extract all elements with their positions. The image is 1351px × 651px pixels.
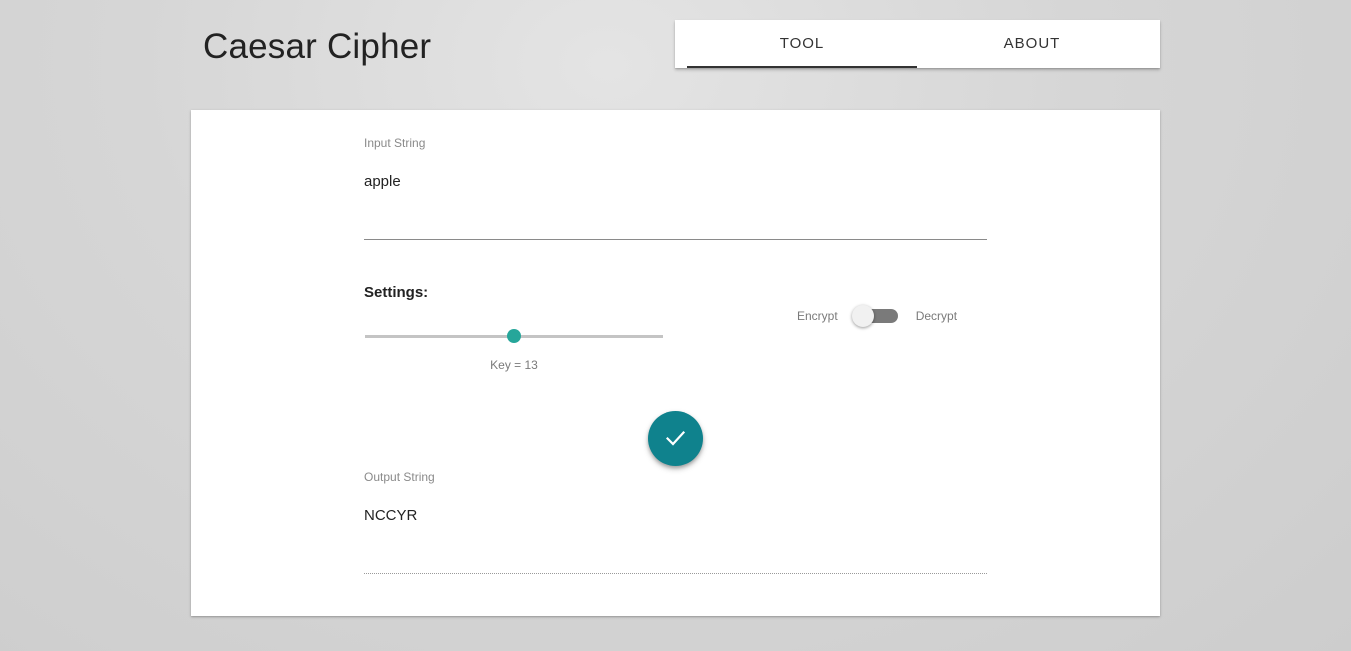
output-string-underline [364, 573, 987, 574]
tab-about[interactable]: ABOUT [917, 20, 1147, 67]
mode-toggle-knob [851, 305, 874, 327]
input-string-label: Input String [364, 136, 426, 150]
output-string-field[interactable]: NCCYR [364, 507, 417, 524]
tool-card: Input String apple Settings: Key = 13 En… [191, 110, 1160, 616]
mode-toggle[interactable] [851, 305, 898, 327]
active-tab-indicator [687, 66, 917, 68]
key-slider[interactable] [365, 326, 663, 346]
settings-heading: Settings: [364, 284, 429, 301]
key-value-label: Key = 13 [490, 358, 538, 372]
input-string-underline [364, 239, 987, 240]
submit-button[interactable] [648, 411, 703, 466]
input-string-field[interactable]: apple [364, 173, 401, 190]
key-slider-thumb[interactable] [507, 329, 521, 343]
output-string-label: Output String [364, 470, 435, 484]
tab-bar: TOOL ABOUT [675, 20, 1160, 68]
check-icon [666, 430, 685, 446]
tab-tool[interactable]: TOOL [687, 20, 917, 67]
mode-switch-group: Encrypt Decrypt [797, 305, 958, 327]
encrypt-label: Encrypt [797, 309, 838, 323]
decrypt-label: Decrypt [915, 309, 958, 323]
app-title: Caesar Cipher [203, 27, 432, 66]
